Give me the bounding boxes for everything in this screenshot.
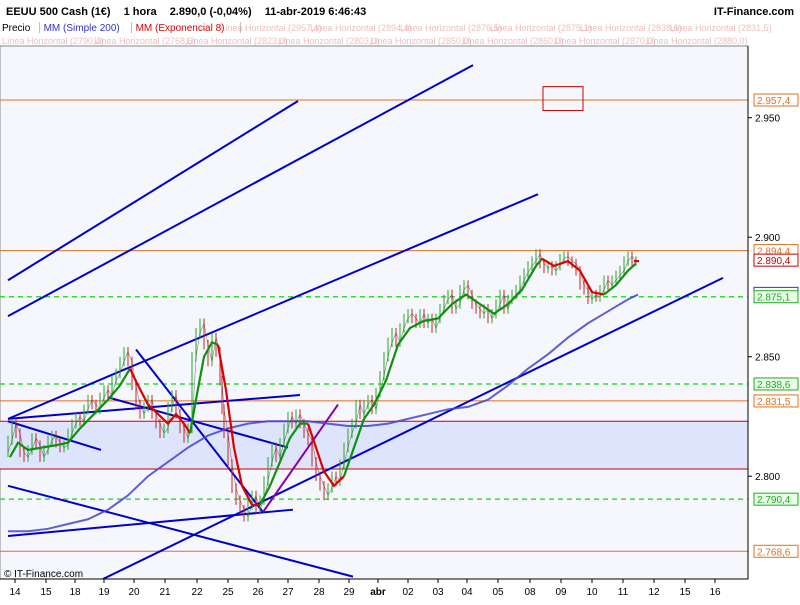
x-tick-label: 25 [222,587,234,598]
x-tick-label: 08 [524,587,536,598]
y-tick-label: 2.950 [755,114,780,125]
faded-legend-item: Línea Horizontal (2790,4) [2,36,104,46]
instrument-label: EEUU 500 Cash (1€) 1 hora 2.890,0 (-0,04… [6,6,366,18]
faded-legend-item: Línea Horizontal (2880,0) [646,36,748,46]
support-zone [0,421,748,470]
x-tick-label: 16 [709,587,721,598]
y-tick-label: 2.850 [755,353,780,364]
x-tick-label: abr [370,587,386,598]
x-tick-label: 11 [618,587,629,598]
faded-legend-item: Línea Horizontal (2823,0) [186,36,288,46]
faded-legend-item: Línea Horizontal (2850,0) [370,36,472,46]
x-tick-label: 21 [159,587,171,598]
faded-legend-item: Línea Horizontal (2831,5) [670,23,772,33]
x-tick-label: 09 [555,587,567,598]
instrument-name: EEUU 500 Cash (1€) [6,6,111,18]
x-tick-label: 04 [461,587,473,598]
faded-legend-item: Línea Horizontal (2957,4) [220,23,322,33]
timeframe-label: 1 hora [124,6,158,18]
x-axis-ticks: 14 15 18 19 20 21 22 25 26 27 28 29 abr 02 03 04 05 08 09 1… [9,579,721,598]
chart-root: EEUU 500 Cash (1€) 1 hora 2.890,0 (-0,04… [0,0,800,600]
x-tick-label: 20 [128,587,140,598]
x-tick-label: 18 [69,587,81,598]
price-level-label: 2.790,4 [757,495,791,506]
last-price-label: 2.890,0 (-0,04%) [170,6,252,18]
x-tick-label: 03 [432,587,444,598]
x-tick-label: 19 [98,587,110,598]
price-level-label: 2.875,1 [757,293,791,304]
x-tick-label: 02 [402,587,414,598]
legend-item-1: MM (Simple 200) [44,23,120,34]
y-tick-label: 2.800 [755,472,780,483]
price-level-label: 2.838,6 [757,380,791,391]
x-tick-label: 12 [648,587,660,598]
header-bar [0,0,800,21]
timestamp-label: 11-abr-2019 6:46:43 [265,6,367,18]
x-tick-label: 15 [679,587,691,598]
faded-legend-item: Línea Horizontal (2860,0) [462,36,564,46]
x-tick-label: 05 [492,587,504,598]
price-level-label: 2.957,4 [757,96,791,107]
legend-item-2: MM (Exponencial 8) [136,23,225,34]
faded-legend-item: Línea Horizontal (2875,1) [490,23,592,33]
brand-label: IT-Finance.com [714,6,794,18]
faded-legend-item: Línea Horizontal (2768,6) [94,36,196,46]
price-level-labels: 2.957,42.894,42.890,42.876,52.875,12.838… [753,93,799,558]
y-tick-label: 2.900 [755,233,780,244]
faded-legend-item: Línea Horizontal (2876,5) [400,23,502,33]
x-tick-label: 15 [40,587,52,598]
copyright-label: © IT-Finance.com [4,569,83,580]
x-tick-label: 22 [191,587,203,598]
x-tick-label: 29 [343,587,355,598]
x-tick-label: 27 [282,587,294,598]
x-tick-label: 26 [252,587,264,598]
price-level-label: 2.890,4 [757,256,791,267]
faded-legend-item: Línea Horizontal (2894,4) [310,23,412,33]
legend-item-0: Precio [2,23,31,34]
price-level-label: 2.831,5 [757,397,791,408]
price-chart: EEUU 500 Cash (1€) 1 hora 2.890,0 (-0,04… [0,0,800,598]
x-tick-label: 14 [9,587,21,598]
price-level-label: 2.768,6 [757,547,791,558]
faded-legend-item: Línea Horizontal (2838,6) [580,23,682,33]
x-tick-label: 28 [313,587,325,598]
faded-legend-item: Línea Horizontal (2870,0) [554,36,656,46]
x-tick-label: 10 [586,587,598,598]
faded-legend-item: Línea Horizontal (2803,0) [278,36,380,46]
